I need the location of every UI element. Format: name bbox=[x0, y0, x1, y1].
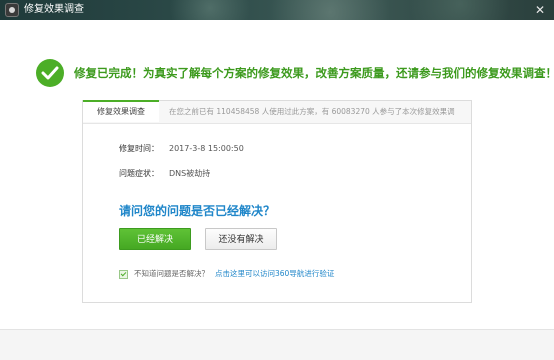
symptom-value: DNS被劫持 bbox=[169, 169, 211, 178]
completion-message: 修复已完成！为真实了解每个方案的修复效果，改善方案质量，还请参与我们的修复效果调… bbox=[74, 66, 554, 80]
resolved-question: 请问您的问题是否已经解决？ bbox=[119, 204, 276, 218]
close-button[interactable]: ✕ bbox=[532, 2, 548, 18]
app-logo-icon bbox=[5, 3, 19, 17]
bottom-bar bbox=[0, 329, 554, 360]
card-header: 修复效果调查 在您之前已有 110458458 人使用过此方案，有 600832… bbox=[83, 100, 471, 124]
survey-card: 修复效果调查 在您之前已有 110458458 人使用过此方案，有 600832… bbox=[82, 100, 472, 303]
unresolved-button[interactable]: 还没有解决 bbox=[205, 228, 277, 250]
window-title: 修复效果调查 bbox=[24, 4, 84, 15]
success-check-icon bbox=[36, 59, 64, 87]
unsure-text: 不知道问题是否解决？ bbox=[134, 269, 209, 278]
verify-row: 不知道问题是否解决？ 点击这里可以访问360导航进行验证 bbox=[119, 268, 334, 280]
symptom-row: 问题症状： DNS被劫持 bbox=[119, 168, 210, 180]
usage-stats: 在您之前已有 110458458 人使用过此方案，有 60083270 人参与了… bbox=[169, 107, 455, 116]
repair-time-label: 修复时间： bbox=[119, 144, 159, 153]
symptom-label: 问题症状： bbox=[119, 169, 159, 178]
tab-survey[interactable]: 修复效果调查 bbox=[83, 100, 159, 122]
unsure-checkbox[interactable] bbox=[119, 269, 128, 279]
repair-time-row: 修复时间： 2017-3-8 15:00:50 bbox=[119, 143, 244, 155]
repair-time-value: 2017-3-8 15:00:50 bbox=[169, 144, 244, 153]
verify-link[interactable]: 点击这里可以访问360导航进行验证 bbox=[215, 269, 334, 278]
resolved-button[interactable]: 已经解决 bbox=[119, 228, 191, 250]
title-bar: 修复效果调查 ✕ bbox=[0, 0, 554, 20]
